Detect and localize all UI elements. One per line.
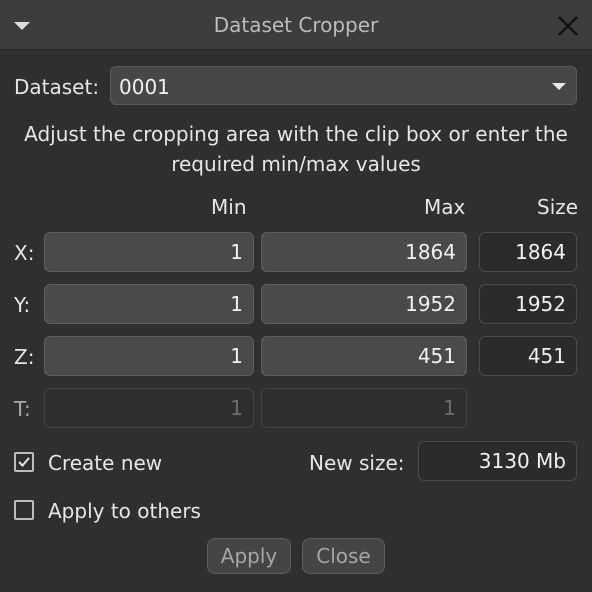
- description-line-1: Adjust the cropping area with the clip b…: [24, 122, 568, 146]
- dataset-cropper-dialog: Dataset Cropper Dataset: 0001 Adjust the…: [0, 0, 592, 592]
- new-size-field: 3130 Mb: [418, 441, 577, 481]
- new-size-label: New size:: [309, 451, 405, 475]
- z-size-field: 451: [479, 336, 577, 376]
- column-header-size: Size: [537, 195, 579, 219]
- column-header-max: Max: [424, 195, 466, 219]
- z-min-input[interactable]: 1: [44, 336, 254, 376]
- apply-to-others-checkbox[interactable]: [14, 500, 34, 520]
- dataset-label: Dataset:: [14, 75, 100, 99]
- x-size-field: 1864: [479, 232, 577, 272]
- apply-to-others-label[interactable]: Apply to others: [48, 499, 201, 523]
- axis-label-y: Y:: [14, 293, 31, 317]
- y-max-input[interactable]: 1952: [261, 284, 467, 324]
- t-min-input: 1: [44, 388, 254, 428]
- column-header-min: Min: [211, 195, 247, 219]
- x-min-input[interactable]: 1: [44, 232, 254, 272]
- close-icon[interactable]: [556, 14, 580, 38]
- x-max-input[interactable]: 1864: [261, 232, 467, 272]
- t-max-input: 1: [261, 388, 467, 428]
- y-size-field: 1952: [479, 284, 577, 324]
- apply-button[interactable]: Apply: [207, 538, 291, 574]
- create-new-checkbox[interactable]: [14, 452, 34, 472]
- close-button[interactable]: Close: [302, 538, 385, 574]
- window-title: Dataset Cropper: [213, 13, 379, 37]
- chevron-down-icon: [552, 83, 566, 90]
- create-new-label[interactable]: Create new: [48, 451, 162, 475]
- dataset-select[interactable]: 0001: [110, 66, 577, 105]
- dataset-select-value: 0001: [119, 75, 170, 99]
- axis-label-t: T:: [14, 397, 31, 421]
- y-min-input[interactable]: 1: [44, 284, 254, 324]
- title-bar: Dataset Cropper: [0, 0, 592, 50]
- check-icon: [18, 457, 30, 467]
- z-max-input[interactable]: 451: [261, 336, 467, 376]
- axis-label-z: Z:: [14, 345, 35, 369]
- axis-label-x: X:: [14, 241, 35, 265]
- description-line-2: required min/max values: [171, 152, 421, 176]
